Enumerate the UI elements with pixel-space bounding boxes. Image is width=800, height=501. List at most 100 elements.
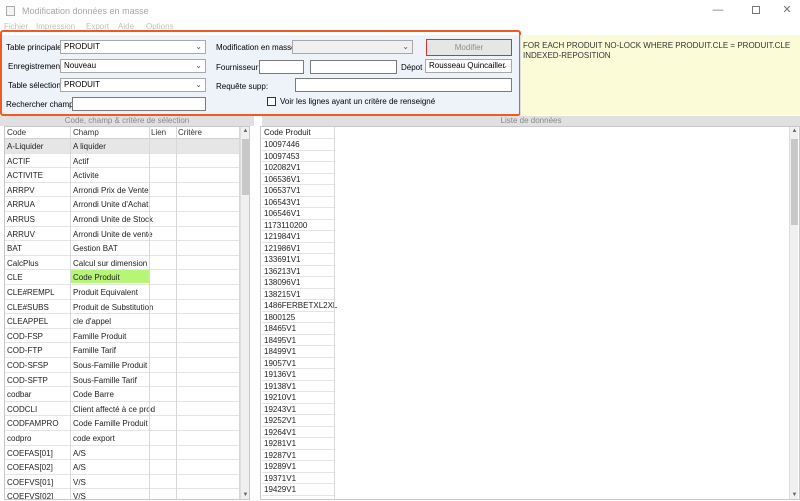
fields-scrollbar[interactable]: ▲ ▼ bbox=[240, 127, 249, 499]
table-row[interactable]: ACTIVITE Activite bbox=[5, 168, 245, 183]
scroll-up-icon[interactable]: ▲ bbox=[241, 128, 249, 134]
data-list-scrollbar[interactable]: ▲ ▼ bbox=[789, 127, 798, 499]
field-code: COD-FTP bbox=[7, 346, 43, 356]
table-row[interactable]: BAT Gestion BAT bbox=[5, 241, 245, 256]
menu-fichier[interactable]: Fichier bbox=[4, 22, 28, 31]
scroll-down-icon[interactable]: ▼ bbox=[790, 492, 799, 498]
scroll-down-icon[interactable]: ▼ bbox=[241, 492, 249, 498]
maximize-button[interactable] bbox=[740, 0, 772, 20]
column-header-lien[interactable]: Lien bbox=[151, 128, 166, 137]
fields-scroll-thumb[interactable] bbox=[242, 139, 249, 195]
table-row[interactable]: COD-SFSP Sous-Famille Produit bbox=[5, 358, 245, 373]
table-row[interactable]: COD-SFTP Sous-Famille Tarif bbox=[5, 373, 245, 388]
column-header-code[interactable]: Code bbox=[7, 128, 26, 137]
data-row[interactable]: 1173110200 bbox=[262, 220, 334, 231]
table-selection-select[interactable]: PRODUIT ⌄ bbox=[60, 78, 206, 92]
data-row[interactable]: 19138V1 bbox=[262, 381, 334, 392]
depot-select[interactable]: Rousseau Quincailler ⌄ bbox=[425, 59, 512, 73]
data-row[interactable]: 18499V1 bbox=[262, 346, 334, 358]
table-row[interactable]: COD-FTP Famille Tarif bbox=[5, 343, 245, 358]
data-row[interactable]: 10097453 bbox=[262, 151, 334, 162]
data-row[interactable]: 10097446 bbox=[262, 139, 334, 151]
table-row[interactable]: COEFVS[02] V/S bbox=[5, 489, 245, 499]
data-row[interactable]: 138215V1 bbox=[262, 289, 334, 300]
table-row[interactable]: CODCLI Client affecté à ce prod bbox=[5, 402, 245, 417]
chevron-down-icon: ⌄ bbox=[402, 42, 409, 51]
data-row[interactable]: 102082V1 bbox=[262, 162, 334, 174]
field-label: Calcul sur dimension bbox=[73, 258, 148, 268]
data-row[interactable]: 136213V1 bbox=[262, 266, 334, 277]
data-row[interactable]: 106546V1 bbox=[262, 208, 334, 220]
data-row[interactable]: 19429V1 bbox=[262, 484, 334, 496]
data-list-header[interactable]: Code Produit bbox=[262, 127, 334, 139]
fournisseur-name-input[interactable] bbox=[310, 60, 397, 74]
data-row[interactable]: 19281V1 bbox=[262, 438, 334, 450]
requete-input[interactable] bbox=[295, 78, 512, 92]
minimize-button[interactable]: — bbox=[702, 0, 734, 20]
close-button[interactable]: ✕ bbox=[771, 0, 800, 20]
data-row[interactable]: 19287V1 bbox=[262, 450, 334, 461]
modification-select[interactable]: ⌄ bbox=[292, 40, 413, 54]
data-row[interactable]: 19210V1 bbox=[262, 392, 334, 404]
data-row[interactable]: 19252V1 bbox=[262, 415, 334, 427]
field-label: Activite bbox=[73, 171, 99, 181]
data-row[interactable]: 138096V1 bbox=[262, 277, 334, 289]
data-row[interactable]: 19289V1 bbox=[262, 461, 334, 473]
data-row[interactable]: 19136V1 bbox=[262, 369, 334, 381]
menu-impression[interactable]: Impression bbox=[36, 22, 75, 31]
voir-lignes-checkbox[interactable] bbox=[267, 97, 276, 106]
depot-value: Rousseau Quincailler bbox=[429, 61, 506, 70]
table-row[interactable]: codbar Code Barre bbox=[5, 387, 245, 402]
table-row[interactable]: ARRUA Arrondi Unite d'Achat bbox=[5, 197, 245, 212]
data-row[interactable]: 106537V1 bbox=[262, 185, 334, 197]
table-row[interactable]: ARRUV Arrondi Unite de vente bbox=[5, 227, 245, 242]
fournisseur-code-input[interactable] bbox=[259, 60, 304, 74]
data-row[interactable]: 18495V1 bbox=[262, 335, 334, 346]
menu-options[interactable]: Options bbox=[146, 22, 174, 31]
table-row[interactable]: ARRUS Arrondi Unite de Stock bbox=[5, 212, 245, 227]
menu-aide[interactable]: Aide bbox=[118, 22, 134, 31]
table-row[interactable]: ACTIF Actif bbox=[5, 154, 245, 169]
table-row[interactable]: ARRPV Arrondi Prix de Vente bbox=[5, 183, 245, 198]
rechercher-label: Rechercher champ: bbox=[6, 100, 76, 109]
table-row[interactable]: COEFAS[02] A/S bbox=[5, 460, 245, 475]
menu-export[interactable]: Export bbox=[86, 22, 109, 31]
column-header-champ[interactable]: Champ bbox=[73, 128, 99, 137]
field-code: CLE#REMPL bbox=[7, 288, 55, 297]
data-row[interactable]: 106536V1 bbox=[262, 174, 334, 185]
data-row[interactable]: 1800125 bbox=[262, 312, 334, 323]
scroll-up-icon[interactable]: ▲ bbox=[790, 128, 799, 134]
data-row[interactable]: 19371V1 bbox=[262, 473, 334, 484]
data-row[interactable]: 18465V1 bbox=[262, 323, 334, 335]
table-row[interactable]: A-Liquider A liquider bbox=[5, 139, 245, 154]
data-list-scroll-thumb[interactable] bbox=[791, 139, 798, 225]
fields-grid: Code Champ Lien Critère A-Liquider A liqu… bbox=[4, 126, 250, 500]
table-row[interactable]: COEFAS[01] A/S bbox=[5, 446, 245, 461]
maximize-icon bbox=[752, 6, 760, 15]
data-row[interactable]: 133691V1 bbox=[262, 254, 334, 266]
field-label: A/S bbox=[73, 463, 86, 473]
modifier-button[interactable]: Modifier bbox=[426, 39, 512, 56]
data-row[interactable]: 19057V1 bbox=[262, 358, 334, 369]
data-row[interactable]: 19243V1 bbox=[262, 404, 334, 415]
rechercher-input[interactable] bbox=[72, 97, 206, 111]
table-row[interactable]: COEFVS[01] V/S bbox=[5, 475, 245, 490]
table-row[interactable]: COD-FSP Famille Produit bbox=[5, 329, 245, 344]
table-row[interactable]: CODFAMPRO Code Famille Produit bbox=[5, 416, 245, 431]
table-principale-select[interactable]: PRODUIT ⌄ bbox=[60, 40, 206, 54]
table-row[interactable]: CLE#REMPL Produit Equivalent bbox=[5, 285, 245, 300]
table-row[interactable]: CLE#SUBS Produit de Substitution bbox=[5, 300, 245, 315]
field-code: COEFAS[01] bbox=[7, 448, 53, 458]
data-row[interactable]: 121986V1 bbox=[262, 243, 334, 254]
table-row[interactable]: CLEAPPEL cle d'appel bbox=[5, 314, 245, 329]
table-row[interactable]: CalcPlus Calcul sur dimension bbox=[5, 256, 245, 271]
enregistrement-select[interactable]: Nouveau ⌄ bbox=[60, 59, 206, 73]
column-header-critere[interactable]: Critère bbox=[178, 128, 202, 137]
data-row[interactable]: 19264V1 bbox=[262, 427, 334, 438]
table-row[interactable]: CLE Code Produit bbox=[5, 270, 245, 285]
data-row[interactable]: 1486FERBETXL2XL bbox=[262, 300, 337, 312]
data-row[interactable]: 106543V1 bbox=[262, 197, 334, 208]
table-row[interactable]: codpro code export bbox=[5, 431, 245, 446]
column-divider bbox=[70, 127, 71, 499]
data-row[interactable]: 121984V1 bbox=[262, 231, 334, 243]
